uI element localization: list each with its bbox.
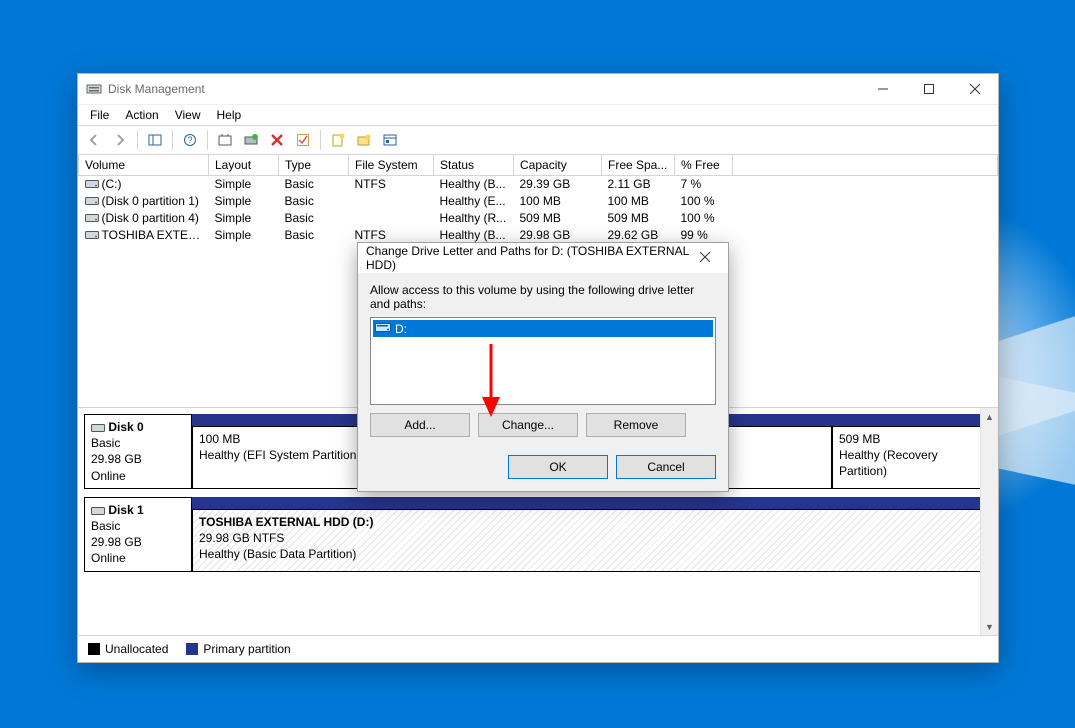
add-button[interactable]: Add... <box>370 413 470 437</box>
disk-icon <box>91 420 105 434</box>
disk-info-panel[interactable]: Disk 0Basic29.98 GBOnline <box>84 414 192 489</box>
back-button <box>82 128 106 152</box>
cancel-button[interactable]: Cancel <box>616 455 716 479</box>
partition-segment[interactable]: 509 MBHealthy (Recovery Partition) <box>832 426 992 489</box>
volume-row[interactable]: (Disk 0 partition 4)SimpleBasicHealthy (… <box>79 210 998 227</box>
volume-row[interactable]: (Disk 0 partition 1)SimpleBasicHealthy (… <box>79 193 998 210</box>
scroll-down-icon[interactable]: ▼ <box>981 618 998 635</box>
show-hide-tree-button[interactable] <box>143 128 167 152</box>
drive-icon <box>85 195 99 209</box>
drive-icon <box>85 229 99 243</box>
partition-new-button[interactable] <box>352 128 376 152</box>
menubar: File Action View Help <box>78 104 998 125</box>
forward-button <box>108 128 132 152</box>
remove-button[interactable]: Remove <box>586 413 686 437</box>
partition-segment[interactable]: 100 MBHealthy (EFI System Partition <box>192 426 384 489</box>
toolbar: ? <box>78 125 998 155</box>
dialog-close-button[interactable] <box>690 251 720 265</box>
dialog-title: Change Drive Letter and Paths for D: (TO… <box>366 244 690 272</box>
change-button[interactable]: Change... <box>478 413 578 437</box>
drive-icon <box>85 178 99 192</box>
menu-file[interactable]: File <box>82 106 117 124</box>
disk-info-panel[interactable]: Disk 1Basic29.98 GBOnline <box>84 497 192 572</box>
col-freespace[interactable]: Free Spa... <box>602 155 675 176</box>
disk-row: Disk 1Basic29.98 GBOnlineTOSHIBA EXTERNA… <box>84 497 992 572</box>
change-drive-letter-dialog: Change Drive Letter and Paths for D: (TO… <box>357 242 729 492</box>
menu-action[interactable]: Action <box>117 106 166 124</box>
delete-button[interactable] <box>265 128 289 152</box>
svg-text:?: ? <box>187 135 192 145</box>
col-capacity[interactable]: Capacity <box>514 155 602 176</box>
help-button[interactable]: ? <box>178 128 202 152</box>
refresh-button[interactable] <box>213 128 237 152</box>
dialog-instruction: Allow access to this volume by using the… <box>370 283 716 311</box>
col-type[interactable]: Type <box>279 155 349 176</box>
partition-segment[interactable]: TOSHIBA EXTERNAL HDD (D:)29.98 GB NTFSHe… <box>192 509 992 572</box>
scroll-up-icon[interactable]: ▲ <box>981 408 998 425</box>
legend-swatch-unallocated <box>88 643 100 655</box>
ok-button[interactable]: OK <box>508 455 608 479</box>
drive-letter-listbox[interactable]: D: <box>370 317 716 405</box>
mark-button[interactable] <box>291 128 315 152</box>
properties-button[interactable] <box>378 128 402 152</box>
drive-icon <box>375 321 391 336</box>
legend-swatch-primary <box>186 643 198 655</box>
col-layout[interactable]: Layout <box>209 155 279 176</box>
col-filesystem[interactable]: File System <box>349 155 434 176</box>
menu-view[interactable]: View <box>167 106 209 124</box>
titlebar: Disk Management <box>78 74 998 104</box>
drive-letter-label: D: <box>395 322 407 336</box>
drive-letter-entry[interactable]: D: <box>373 320 713 337</box>
app-icon <box>86 81 102 97</box>
disk-icon <box>91 503 105 517</box>
rescan-button[interactable] <box>239 128 263 152</box>
legend-primary: Primary partition <box>203 642 290 656</box>
col-status[interactable]: Status <box>434 155 514 176</box>
legend-unallocated: Unallocated <box>105 642 168 656</box>
minimize-button[interactable] <box>860 74 906 104</box>
menu-help[interactable]: Help <box>209 106 250 124</box>
col-volume[interactable]: Volume <box>79 155 209 176</box>
new-button[interactable] <box>326 128 350 152</box>
close-button[interactable] <box>952 74 998 104</box>
col-pctfree[interactable]: % Free <box>675 155 733 176</box>
drive-icon <box>85 212 99 226</box>
scrollbar[interactable]: ▲ ▼ <box>980 408 998 635</box>
maximize-button[interactable] <box>906 74 952 104</box>
volume-row[interactable]: (C:)SimpleBasicNTFSHealthy (B...29.39 GB… <box>79 176 998 193</box>
legend: Unallocated Primary partition <box>78 635 998 662</box>
window-title: Disk Management <box>108 82 860 96</box>
